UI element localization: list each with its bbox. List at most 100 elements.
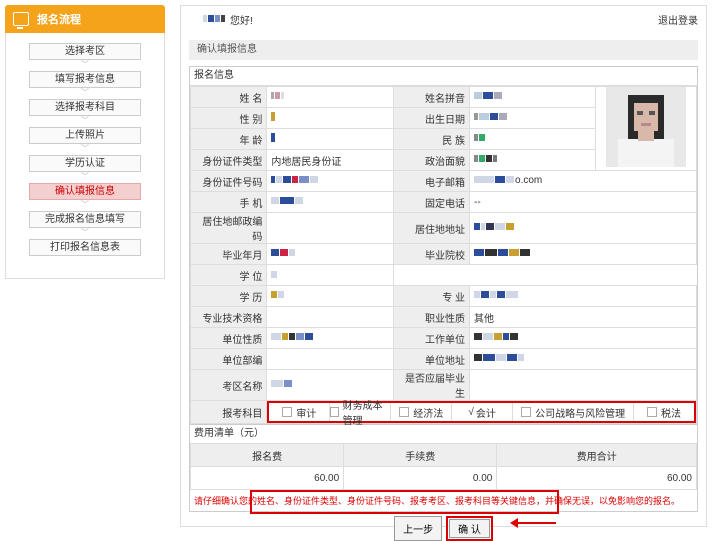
value-email: o.com: [469, 170, 697, 192]
checkbox-icon[interactable]: [399, 407, 410, 417]
value-birth: [469, 107, 596, 129]
label-email: 电子邮箱: [392, 170, 471, 192]
label-phone: 手 机: [189, 191, 268, 213]
value-school: [469, 243, 697, 265]
prev-button[interactable]: 上一步: [394, 516, 443, 541]
value-id-type: 内地居民身份证: [266, 149, 394, 171]
value-job-type: 其他: [469, 306, 697, 328]
step-complete[interactable]: 完成报名信息填写: [29, 211, 141, 228]
logout-link[interactable]: 退出登录: [658, 12, 698, 27]
monitor-icon: [13, 12, 29, 29]
value-unit: [469, 327, 697, 349]
checkmark-icon: √: [468, 406, 474, 418]
label-id-no: 身份证件号码: [189, 170, 268, 192]
chevron-down-icon: ﹀: [81, 88, 89, 97]
greeting-text: 您好!: [230, 15, 253, 27]
value-gender: [266, 107, 394, 129]
step-list: 选择考区 ﹀ 填写报考信息 ﹀ 选择报考科目 ﹀ 上传照片 ﹀ 学历认证 ﹀ 确…: [5, 33, 165, 279]
subjects-list: 审计 财务成本管理 经济法 √ 会计 公司战略与风险管理 税法: [267, 401, 696, 427]
value-ethnicity: [469, 128, 596, 150]
sidebar-header: 报名流程: [5, 5, 165, 33]
subject-strategy-risk[interactable]: 公司战略与风险管理: [513, 403, 635, 421]
value-age: [266, 128, 394, 150]
value-name: [266, 86, 394, 108]
checkbox-icon[interactable]: [647, 407, 658, 417]
chevron-down-icon: ﹀: [81, 200, 89, 209]
value-degree: [266, 264, 394, 286]
subject-cost-management[interactable]: 财务成本管理: [330, 401, 392, 427]
fee-value-total: 60.00: [496, 466, 697, 490]
step-select-area[interactable]: 选择考区: [29, 43, 141, 60]
checkbox-icon[interactable]: [330, 407, 339, 417]
value-id-no: [266, 170, 394, 192]
value-is-grad: [469, 369, 697, 401]
value-unit-type: [266, 327, 394, 349]
label-tel: 固定电话: [392, 191, 471, 213]
value-tel: --: [469, 191, 697, 213]
section-title: 确认填报信息: [189, 40, 698, 60]
confirm-button[interactable]: 确 认: [449, 519, 490, 538]
fee-header-registration: 报名费: [189, 443, 345, 467]
checkbox-icon[interactable]: [521, 407, 532, 417]
top-bar: 您好! 退出登录: [181, 6, 706, 32]
label-tech-title: 专业技术资格: [189, 306, 268, 328]
subjects-cell: 审计 财务成本管理 经济法 √ 会计 公司战略与风险管理 税法: [266, 400, 697, 427]
sidebar: 报名流程 选择考区 ﹀ 填写报考信息 ﹀ 选择报考科目 ﹀ 上传照片 ﹀ 学历认…: [5, 5, 165, 525]
sidebar-title: 报名流程: [37, 14, 81, 26]
chevron-down-icon: ﹀: [81, 172, 89, 181]
fee-value-registration: 60.00: [189, 466, 345, 490]
step-edu-verify[interactable]: 学历认证: [29, 155, 141, 172]
fee-title: 费用清单（元）: [190, 424, 697, 443]
info-table: 姓 名 姓名拼音 性 别 出生日期 年 龄 民 族 身份证件类型 内地居民身份证…: [189, 86, 698, 427]
step-upload-photo[interactable]: 上传照片: [29, 127, 141, 144]
main-panel: 您好! 退出登录 确认填报信息 报名信息 姓 名 姓名拼音 性 别 出生日期 年…: [180, 5, 707, 541]
label-subjects: 报考科目: [189, 400, 268, 424]
label-grad-date: 毕业年月: [189, 243, 268, 265]
step-confirm-info[interactable]: 确认填报信息: [29, 183, 141, 200]
label-unit: 工作单位: [392, 327, 471, 349]
label-birth: 出生日期: [392, 107, 471, 129]
label-political: 政治面貌: [392, 149, 471, 171]
value-dept: [266, 348, 394, 370]
empty-cell: [393, 264, 697, 286]
chevron-down-icon: ﹀: [81, 144, 89, 153]
label-major: 专 业: [392, 285, 471, 307]
email-suffix: o.com: [515, 175, 543, 187]
label-unit-type: 单位性质: [189, 327, 268, 349]
subject-tax-law[interactable]: 税法: [634, 403, 694, 421]
label-unit-addr: 单位地址: [392, 348, 471, 370]
button-bar: 上一步 确 认: [181, 516, 706, 541]
step-print[interactable]: 打印报名信息表: [29, 239, 141, 256]
value-unit-addr: [469, 348, 697, 370]
value-tech-title: [266, 306, 394, 328]
value-political: [469, 149, 596, 171]
step-select-subjects[interactable]: 选择报考科目: [29, 99, 141, 116]
checkbox-icon[interactable]: [282, 407, 293, 417]
value-grad-date: [266, 243, 394, 265]
label-name: 姓 名: [189, 86, 268, 108]
info-card-title: 报名信息: [190, 67, 697, 86]
label-address: 居住地地址: [392, 212, 471, 244]
notice: 请仔细确认您的姓名、身份证件类型、身份证件号码、报考考区、报考科目等关键信息，并…: [190, 490, 697, 514]
fee-table: 报名费 手续费 费用合计 60.00 0.00 60.00: [189, 443, 697, 490]
value-pinyin: [469, 86, 596, 108]
notice-highlight-box: [250, 490, 559, 514]
arrow-left-icon: [510, 518, 556, 528]
fee-header-handling: 手续费: [343, 443, 498, 467]
info-card: 报名信息 姓 名 姓名拼音 性 别 出生日期 年 龄 民 族 身份证件类型 内地…: [189, 66, 698, 514]
label-id-type: 身份证件类型: [189, 149, 268, 171]
label-area: 考区名称: [189, 369, 268, 401]
chevron-down-icon: ﹀: [81, 60, 89, 69]
label-job-type: 职业性质: [392, 306, 471, 328]
subject-accounting[interactable]: √ 会计: [452, 403, 514, 421]
label-age: 年 龄: [189, 128, 268, 150]
step-fill-info[interactable]: 填写报考信息: [29, 71, 141, 88]
subject-audit[interactable]: 审计: [269, 403, 331, 421]
label-gender: 性 别: [189, 107, 268, 129]
fee-header-total: 费用合计: [496, 443, 697, 467]
value-postcode: [266, 212, 394, 244]
label-degree: 学 位: [189, 264, 268, 286]
avatar: [605, 87, 686, 167]
masked-username: [203, 14, 226, 25]
subject-economic-law[interactable]: 经济法: [391, 403, 453, 421]
